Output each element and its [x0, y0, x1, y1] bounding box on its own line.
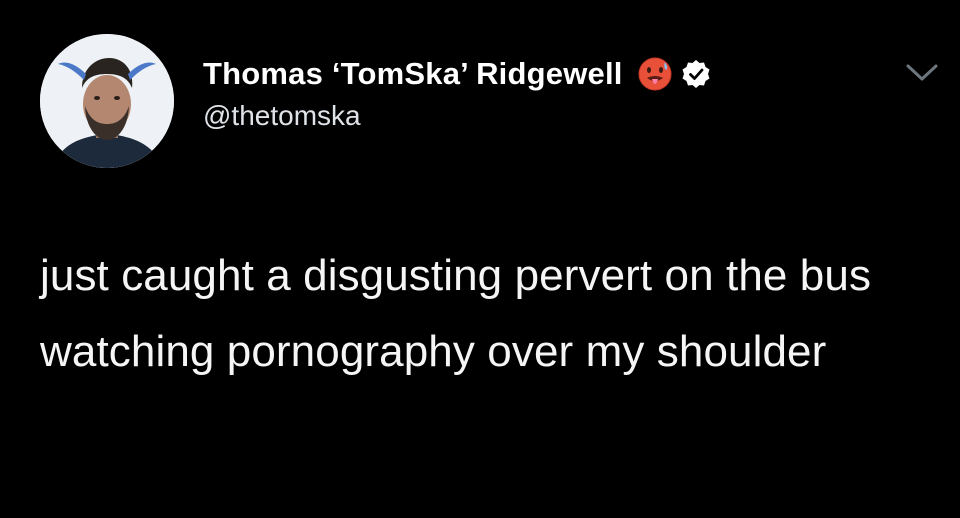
- verified-badge-icon: [681, 59, 711, 89]
- author-handle[interactable]: @thetomska: [203, 100, 830, 132]
- avatar[interactable]: [40, 34, 174, 168]
- tweet-header: Thomas ‘TomSka’ Ridgewell @thetomska: [203, 54, 830, 132]
- tweet-card: Thomas ‘TomSka’ Ridgewell @thetomska jus…: [0, 0, 960, 518]
- name-row: Thomas ‘TomSka’ Ridgewell: [203, 54, 830, 94]
- author-display-name[interactable]: Thomas ‘TomSka’ Ridgewell: [203, 56, 623, 92]
- avatar-photo: [40, 34, 174, 168]
- chevron-down-icon[interactable]: [900, 58, 944, 88]
- hot-face-emoji-icon: [637, 56, 673, 92]
- tweet-text: just caught a disgusting pervert on the …: [40, 251, 872, 376]
